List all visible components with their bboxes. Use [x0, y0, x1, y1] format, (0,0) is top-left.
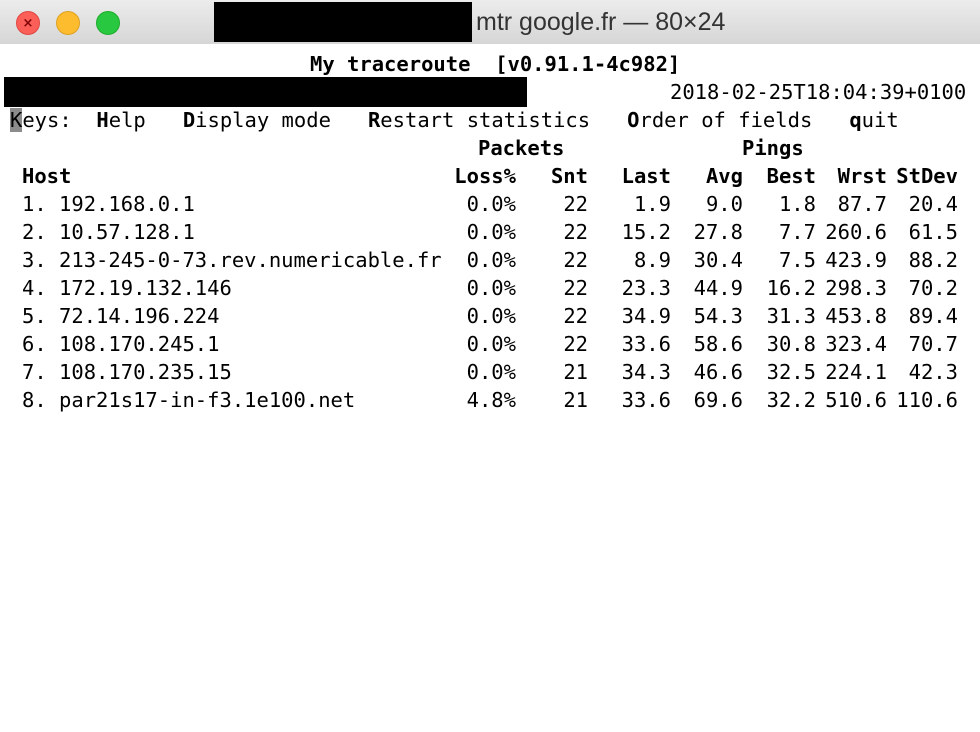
- hop-host: 5. 72.14.196.224: [22, 304, 220, 328]
- close-button[interactable]: ×: [16, 11, 40, 35]
- hop-snt: 22: [563, 276, 588, 300]
- hop-wrst: 224.1: [825, 360, 887, 384]
- hop-last: 33.6: [621, 388, 671, 412]
- hop-wrst: 423.9: [825, 248, 887, 272]
- hop-snt: 22: [563, 304, 588, 328]
- hop-stdev: 89.4: [908, 304, 958, 328]
- hop-avg: 54.3: [693, 304, 743, 328]
- hop-best: 32.2: [766, 388, 816, 412]
- mtr-heading: My traceroute [v0.91.1-4c982]: [310, 52, 681, 76]
- hop-wrst: 323.4: [825, 332, 887, 356]
- terminal-content[interactable]: My traceroute [v0.91.1-4c982] 2018-02-25…: [0, 44, 980, 732]
- key-help[interactable]: Help: [96, 108, 145, 132]
- hop-wrst: 510.6: [825, 388, 887, 412]
- hop-last: 34.3: [621, 360, 671, 384]
- window-title: mtr google.fr — 80×24: [476, 8, 726, 36]
- key-restart-statistics[interactable]: Restart statistics: [368, 108, 590, 132]
- hop-host: 4. 172.19.132.146: [22, 276, 232, 300]
- hop-snt: 21: [563, 388, 588, 412]
- hop-host: 7. 108.170.235.15: [22, 360, 232, 384]
- hop-loss: 0.0%: [466, 220, 516, 244]
- key-quit[interactable]: quit: [849, 108, 898, 132]
- hop-avg: 69.6: [693, 388, 743, 412]
- hop-avg: 46.6: [693, 360, 743, 384]
- hop-wrst: 260.6: [825, 220, 887, 244]
- hop-last: 1.9: [633, 192, 671, 216]
- hop-snt: 22: [563, 248, 588, 272]
- hop-snt: 21: [563, 360, 588, 384]
- hop-snt: 22: [563, 192, 588, 216]
- keys-bar: Keys: Help Display mode Restart statisti…: [10, 106, 899, 134]
- hop-loss: 0.0%: [466, 248, 516, 272]
- hop-best: 32.5: [766, 360, 816, 384]
- hop-stdev: 61.5: [908, 220, 958, 244]
- hop-avg: 27.8: [693, 220, 743, 244]
- hop-stdev: 70.2: [908, 276, 958, 300]
- col-best-header: Best: [766, 164, 816, 188]
- col-loss-header: Loss%: [454, 164, 516, 188]
- hop-loss: 0.0%: [466, 360, 516, 384]
- col-snt-header: Snt: [550, 164, 588, 188]
- hop-wrst: 87.7: [837, 192, 887, 216]
- title-bar[interactable]: × mtr google.fr — 80×24: [0, 0, 980, 45]
- hop-best: 1.8: [778, 192, 816, 216]
- hop-snt: 22: [563, 332, 588, 356]
- hop-last: 33.6: [621, 332, 671, 356]
- terminal-cursor: K: [10, 108, 23, 132]
- hop-last: 34.9: [621, 304, 671, 328]
- col-stdev-header: StDev: [896, 164, 958, 188]
- col-wrst-header: Wrst: [837, 164, 887, 188]
- hop-stdev: 42.3: [908, 360, 958, 384]
- col-avg-header: Avg: [705, 164, 743, 188]
- hop-best: 30.8: [766, 332, 816, 356]
- hop-stdev: 110.6: [896, 388, 958, 412]
- hop-avg: 30.4: [693, 248, 743, 272]
- pings-group-header: Pings: [742, 136, 804, 160]
- hop-host: 6. 108.170.245.1: [22, 332, 220, 356]
- keys-label: eys:: [22, 108, 72, 132]
- hop-avg: 44.9: [693, 276, 743, 300]
- hop-loss: 0.0%: [466, 332, 516, 356]
- hop-avg: 9.0: [705, 192, 743, 216]
- hop-best: 31.3: [766, 304, 816, 328]
- hop-loss: 0.0%: [466, 276, 516, 300]
- hop-snt: 22: [563, 220, 588, 244]
- hop-loss: 0.0%: [466, 304, 516, 328]
- hop-last: 8.9: [633, 248, 671, 272]
- hop-host: 2. 10.57.128.1: [22, 220, 195, 244]
- timestamp: 2018-02-25T18:04:39+0100: [670, 80, 967, 104]
- terminal-window: × mtr google.fr — 80×24 My traceroute [v…: [0, 0, 980, 732]
- hop-wrst: 453.8: [825, 304, 887, 328]
- hop-stdev: 70.7: [908, 332, 958, 356]
- key-order-of-fields[interactable]: Order of fields: [627, 108, 812, 132]
- col-last-header: Last: [621, 164, 671, 188]
- title-redaction: [214, 2, 472, 42]
- hop-best: 16.2: [766, 276, 816, 300]
- zoom-button[interactable]: [96, 11, 120, 35]
- hop-host: 1. 192.168.0.1: [22, 192, 195, 216]
- hop-stdev: 20.4: [908, 192, 958, 216]
- hop-stdev: 88.2: [908, 248, 958, 272]
- hop-last: 23.3: [621, 276, 671, 300]
- packets-group-header: Packets: [478, 136, 565, 160]
- hop-wrst: 298.3: [825, 276, 887, 300]
- col-host-header: Host: [22, 164, 72, 188]
- hop-loss: 0.0%: [466, 192, 516, 216]
- hop-host: 8. par21s17-in-f3.1e100.net: [22, 388, 356, 412]
- hop-best: 7.7: [778, 220, 816, 244]
- hop-host: 3. 213-245-0-73.rev.numericable.fr: [22, 248, 442, 272]
- close-icon: ×: [22, 15, 34, 31]
- hop-best: 7.5: [778, 248, 816, 272]
- key-display-mode[interactable]: Display mode: [183, 108, 331, 132]
- hop-loss: 4.8%: [466, 388, 516, 412]
- hop-avg: 58.6: [693, 332, 743, 356]
- hop-last: 15.2: [621, 220, 671, 244]
- hostname-redaction: [4, 77, 527, 107]
- minimize-button[interactable]: [56, 11, 80, 35]
